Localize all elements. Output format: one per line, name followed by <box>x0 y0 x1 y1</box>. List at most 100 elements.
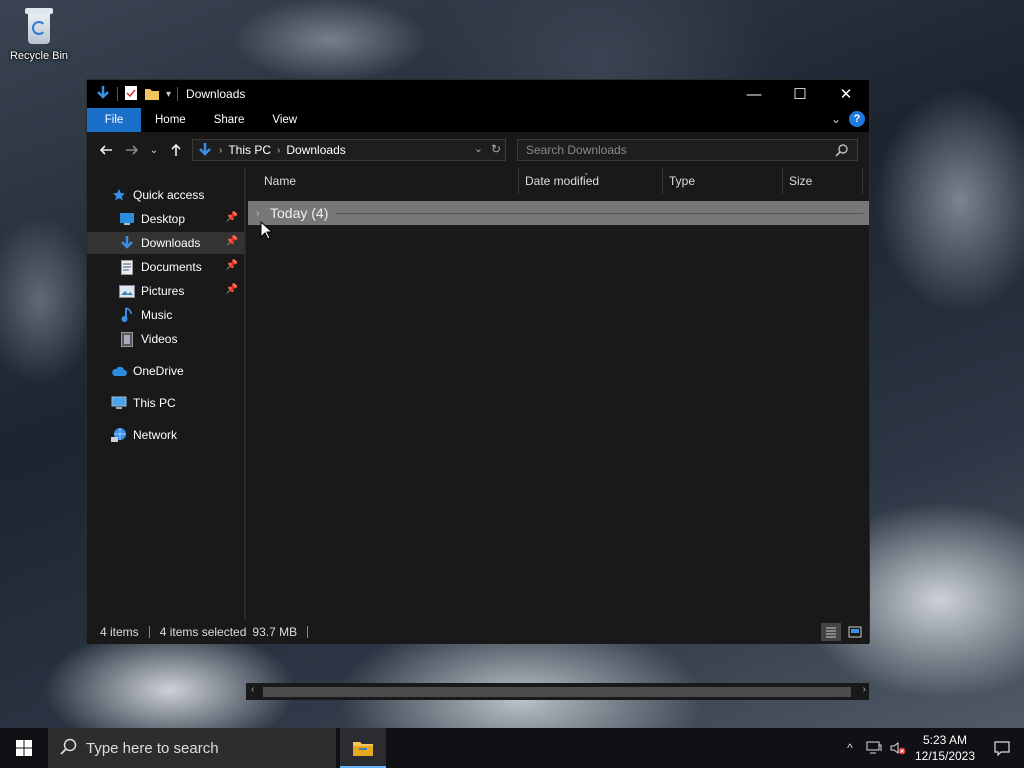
computer-icon <box>111 395 127 411</box>
clock-date: 12/15/2023 <box>914 749 976 763</box>
nav-item-label: Documents <box>141 260 202 274</box>
taskbar-file-explorer-button[interactable] <box>340 728 386 768</box>
large-icons-view-icon <box>848 626 862 638</box>
windows-logo-icon <box>16 740 32 756</box>
tab-view[interactable]: View <box>258 108 311 132</box>
search-input[interactable] <box>518 143 818 157</box>
properties-icon[interactable] <box>124 85 138 104</box>
close-button[interactable]: ✕ <box>823 80 869 108</box>
forward-button[interactable] <box>119 138 145 162</box>
breadcrumb-this-pc[interactable]: This PC <box>228 143 271 157</box>
tab-home[interactable]: Home <box>141 108 200 132</box>
nav-item-music[interactable]: Music <box>87 304 244 326</box>
show-hidden-icons-chevron-icon[interactable]: ^ <box>838 728 862 768</box>
column-header-type[interactable]: Type <box>663 168 783 194</box>
customize-toolbar-chevron-icon[interactable]: ▾ <box>166 89 171 100</box>
back-arrow-icon <box>99 145 112 155</box>
nav-item-videos[interactable]: Videos <box>87 328 244 350</box>
nav-item-downloads[interactable]: Downloads 📌 <box>87 232 244 254</box>
quick-access-toolbar: ▾ <box>87 85 179 104</box>
title-bar[interactable]: ▾ Downloads — ☐ ✕ <box>87 80 869 108</box>
address-bar[interactable]: › This PC › Downloads ⌄ ↻ <box>192 139 506 161</box>
tab-share[interactable]: Share <box>200 108 259 132</box>
ribbon-tabs: File Home Share View ⌄ ? <box>87 108 869 132</box>
action-center-button[interactable] <box>980 728 1024 768</box>
column-header-size[interactable]: Size <box>783 168 863 194</box>
star-icon <box>111 187 127 203</box>
network-icon <box>111 427 127 443</box>
file-list-view[interactable]: Name ⌄ Date modified Type Size › Today (… <box>246 168 869 700</box>
pictures-icon <box>119 283 135 299</box>
new-folder-icon[interactable] <box>144 85 160 104</box>
clock[interactable]: 5:23 AM 12/15/2023 <box>910 732 980 764</box>
network-status-icon[interactable] <box>862 728 886 768</box>
address-dropdown-chevron-icon[interactable]: ⌄ <box>474 142 483 156</box>
download-arrow-icon <box>95 85 111 104</box>
expand-ribbon-chevron-icon[interactable]: ⌄ <box>831 112 841 126</box>
nav-item-this-pc[interactable]: This PC <box>87 392 244 414</box>
recycle-bin-icon <box>23 8 55 46</box>
start-button[interactable] <box>0 728 48 768</box>
pin-icon[interactable]: 📌 <box>226 284 238 295</box>
scrollbar-thumb[interactable] <box>263 687 851 697</box>
volume-muted-icon[interactable] <box>886 728 910 768</box>
refresh-icon[interactable]: ↻ <box>491 142 501 156</box>
pin-icon[interactable]: 📌 <box>226 212 238 223</box>
expand-chevron-icon[interactable]: › <box>256 208 268 219</box>
pin-icon[interactable]: 📌 <box>226 260 238 271</box>
nav-item-network[interactable]: Network <box>87 424 244 446</box>
recent-locations-button[interactable]: ⌄ <box>145 138 163 162</box>
large-icons-view-button[interactable] <box>845 623 865 641</box>
nav-item-label: Quick access <box>133 188 205 202</box>
scroll-left-arrow-icon[interactable]: ‹ <box>251 684 254 695</box>
taskbar: Type here to search ^ 5:23 AM 12/15/2023 <box>0 728 1024 768</box>
nav-item-label: Music <box>141 308 173 322</box>
tab-file[interactable]: File <box>87 108 141 132</box>
group-divider <box>336 212 863 214</box>
desktop-icon-label: Recycle Bin <box>9 50 69 62</box>
search-box[interactable] <box>517 139 858 161</box>
search-icon[interactable] <box>835 143 849 160</box>
taskbar-search-box[interactable]: Type here to search <box>48 728 336 768</box>
file-explorer-window: ▾ Downloads — ☐ ✕ File Home Share View ⌄… <box>86 79 870 700</box>
column-header-name[interactable]: Name <box>246 168 519 194</box>
status-bar: 4 items 4 items selected 93.7 MB <box>87 620 869 644</box>
nav-item-documents[interactable]: Documents 📌 <box>87 256 244 278</box>
window-title: Downloads <box>186 87 246 101</box>
help-icon[interactable]: ? <box>849 111 865 127</box>
status-selected-size: 93.7 MB <box>252 625 298 639</box>
column-header-label: Type <box>669 174 696 188</box>
file-explorer-icon <box>353 742 373 756</box>
minimize-button[interactable]: — <box>731 80 777 108</box>
nav-item-label: Downloads <box>141 236 201 250</box>
up-button[interactable] <box>163 138 189 162</box>
breadcrumb-separator-icon[interactable]: › <box>219 145 222 156</box>
details-view-button[interactable] <box>821 623 841 641</box>
nav-item-quick-access[interactable]: Quick access <box>87 184 244 206</box>
back-button[interactable] <box>93 138 119 162</box>
nav-item-desktop[interactable]: Desktop 📌 <box>87 208 244 230</box>
mouse-cursor-icon <box>260 220 274 243</box>
scroll-right-arrow-icon[interactable]: › <box>863 684 866 695</box>
clock-time: 5:23 AM <box>922 733 968 747</box>
group-header-today[interactable]: › Today (4) <box>248 201 869 225</box>
nav-item-onedrive[interactable]: OneDrive <box>87 360 244 382</box>
column-header-label: Size <box>789 174 813 188</box>
column-header-date-modified[interactable]: ⌄ Date modified <box>519 168 663 194</box>
maximize-button[interactable]: ☐ <box>777 80 823 108</box>
status-divider <box>148 626 150 638</box>
sort-chevron-icon: ⌄ <box>583 168 590 177</box>
desktop-icon-recycle-bin[interactable]: Recycle Bin <box>6 6 72 62</box>
navigation-pane: Quick access Desktop 📌 Downloads 📌 Docum… <box>87 168 244 620</box>
navigation-bar: ⌄ › This PC › Downloads ⌄ ↻ <box>87 132 869 168</box>
horizontal-scrollbar[interactable]: ‹ › <box>246 683 869 700</box>
onedrive-cloud-icon <box>111 363 127 379</box>
up-arrow-icon <box>171 143 181 156</box>
videos-icon <box>119 331 135 347</box>
breadcrumb-downloads[interactable]: Downloads <box>286 143 345 157</box>
nav-item-pictures[interactable]: Pictures 📌 <box>87 280 244 302</box>
taskbar-search-placeholder: Type here to search <box>86 739 219 757</box>
breadcrumb-separator-icon[interactable]: › <box>277 145 280 156</box>
system-tray: ^ 5:23 AM 12/15/2023 <box>838 728 1024 768</box>
pin-icon[interactable]: 📌 <box>226 236 238 247</box>
